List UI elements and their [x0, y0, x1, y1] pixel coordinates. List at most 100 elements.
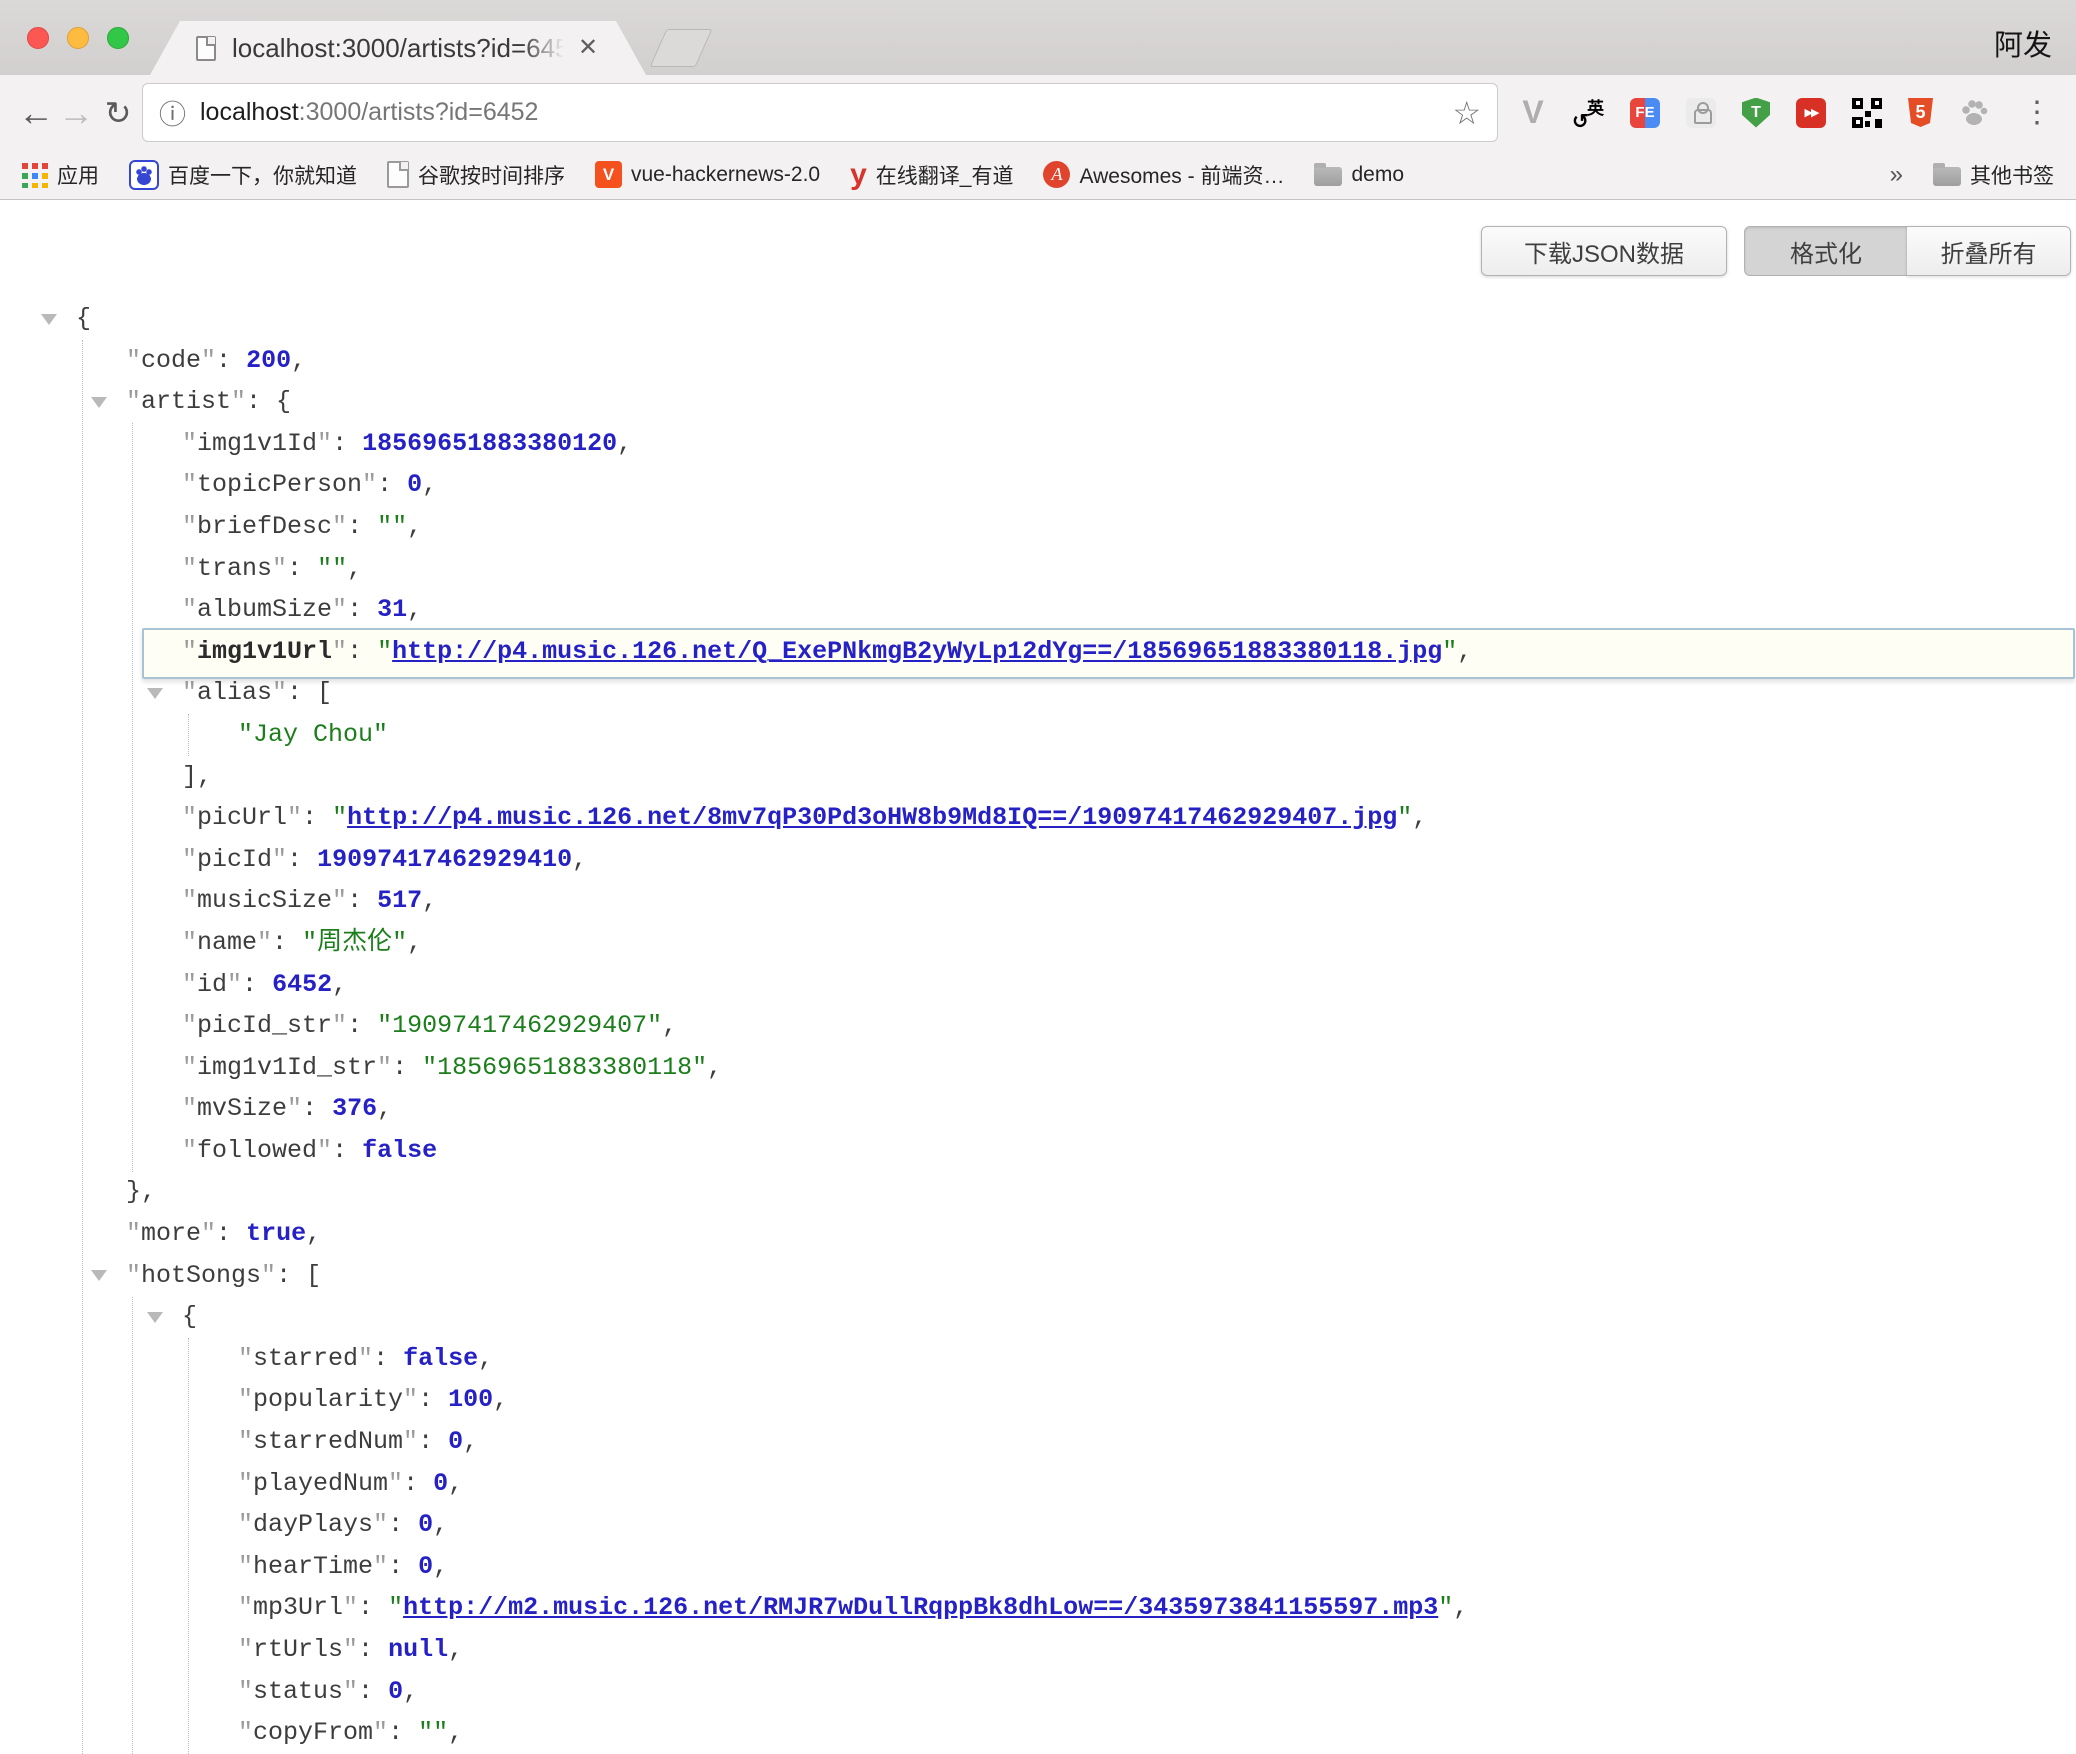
- back-button[interactable]: ←: [14, 75, 58, 150]
- json-token: :: [418, 1427, 448, 1456]
- json-token: :: [388, 1552, 418, 1581]
- json-token: "18569651883380118": [422, 1053, 707, 1082]
- other-bookmarks-label: 其他书签: [1970, 160, 2054, 190]
- profile-name[interactable]: 阿发: [1994, 22, 2052, 64]
- bookmark-item[interactable]: 应用: [22, 160, 99, 190]
- bookmark-item[interactable]: 谷歌按时间排序: [387, 160, 565, 190]
- reload-button[interactable]: ↻: [96, 75, 140, 150]
- json-line-content: "id": 6452,: [182, 964, 347, 1006]
- json-line-content: "albumSize": 31,: [182, 589, 422, 631]
- window-zoom-button[interactable]: [107, 27, 129, 49]
- bookmark-label: 百度一下，你就知道: [168, 160, 357, 190]
- json-token: ],: [182, 762, 212, 791]
- json-token: img1v1Id: [197, 429, 317, 458]
- json-token: mp3Url: [253, 1593, 343, 1622]
- paw-extension-icon[interactable]: [1959, 98, 1989, 128]
- youdao-icon: y: [850, 162, 867, 188]
- page-favicon-icon: [196, 36, 216, 61]
- html5-extension-icon[interactable]: 5: [1908, 98, 1933, 127]
- forward-button[interactable]: →: [54, 75, 98, 150]
- json-token: more: [141, 1219, 201, 1248]
- shield-extension-icon[interactable]: T: [1742, 98, 1770, 128]
- bookmark-item[interactable]: Vvue-hackernews-2.0: [595, 161, 820, 188]
- json-token: :: [403, 1469, 433, 1498]
- json-token: 18569651883380120: [362, 429, 617, 458]
- bookmark-star-icon[interactable]: ☆: [1452, 94, 1481, 132]
- json-token: ": [257, 928, 272, 957]
- json-link[interactable]: http://m2.music.126.net/RMJR7wDullRqppBk…: [403, 1593, 1438, 1622]
- json-line-content: "picId_str": "19097417462929407",: [182, 1005, 677, 1047]
- bookmarks-overflow-chevron[interactable]: »: [1890, 161, 1903, 189]
- json-token: },: [126, 1177, 156, 1206]
- json-line-content: {: [76, 298, 91, 340]
- json-token: 100: [448, 1385, 493, 1414]
- video-downloader-extension-icon[interactable]: ▶▶: [1796, 98, 1826, 128]
- json-token: ,: [407, 512, 422, 541]
- json-token: ,: [707, 1053, 722, 1082]
- site-info-icon[interactable]: ⓘ: [159, 93, 186, 132]
- browser-menu-icon[interactable]: ⋮: [2022, 75, 2052, 150]
- json-line: "starred": false,: [0, 1338, 2076, 1380]
- other-bookmarks[interactable]: 其他书签: [1933, 160, 2054, 190]
- json-token: 0: [407, 470, 422, 499]
- vimium-extension-icon[interactable]: V: [1518, 98, 1548, 128]
- address-bar[interactable]: ⓘ localhost :3000/artists?id=6452 ☆: [142, 83, 1498, 142]
- json-token: ": [332, 637, 347, 666]
- json-token: "Jay Chou": [238, 720, 388, 749]
- bookmark-item[interactable]: demo: [1314, 163, 1404, 187]
- format-button[interactable]: 格式化: [1744, 226, 1908, 276]
- json-line-content: "img1v1Id": 18569651883380120,: [182, 423, 632, 465]
- json-token: :: [332, 429, 362, 458]
- json-token: ": [317, 1136, 332, 1165]
- json-token: :: [216, 346, 246, 375]
- window-minimize-button[interactable]: [67, 27, 89, 49]
- json-line-content: "name": "周杰伦",: [182, 922, 422, 964]
- json-token: ,: [433, 1510, 448, 1539]
- json-token: ,: [478, 1344, 493, 1373]
- json-token: : [: [276, 1261, 321, 1290]
- active-tab[interactable]: localhost:3000/artists?id=645 ✕: [150, 21, 646, 75]
- json-token: :: [332, 1136, 362, 1165]
- json-token: ": [182, 1053, 197, 1082]
- person-extension-icon[interactable]: [1686, 98, 1716, 128]
- json-line-content: "starredNum": 0,: [238, 1421, 478, 1463]
- url-path: :3000/artists?id=6452: [299, 98, 539, 127]
- json-line-content: "img1v1Id_str": "18569651883380118",: [182, 1047, 722, 1089]
- json-token: ,: [493, 1385, 508, 1414]
- bookmark-item[interactable]: 百度一下，你就知道: [129, 160, 357, 190]
- awesomes-icon: A: [1043, 161, 1070, 188]
- json-token: 0: [433, 1469, 448, 1498]
- json-line-content: "briefDesc": "",: [182, 506, 422, 548]
- qr-code-extension-icon[interactable]: [1852, 98, 1882, 128]
- json-token: ": [362, 470, 377, 499]
- json-token: ": [388, 1593, 403, 1622]
- json-line-content: "status": 0,: [238, 1671, 418, 1713]
- json-line-content: ],: [182, 756, 212, 798]
- json-line-content: "trans": "",: [182, 548, 362, 590]
- collapse-triangle-icon[interactable]: [147, 688, 163, 699]
- download-json-button[interactable]: 下载JSON数据: [1481, 226, 1727, 276]
- json-token: :: [272, 928, 302, 957]
- bookmark-item[interactable]: AAwesomes - 前端资…: [1043, 160, 1284, 190]
- json-token: name: [197, 928, 257, 957]
- json-token: rtUrls: [253, 1635, 343, 1664]
- collapse-triangle-icon[interactable]: [147, 1312, 163, 1323]
- tab-close-icon[interactable]: ✕: [578, 36, 598, 60]
- json-link[interactable]: http://p4.music.126.net/Q_ExePNkmgB2yWyL…: [392, 637, 1442, 666]
- json-line-content: "hotSongs": [: [126, 1255, 321, 1297]
- json-token: 19097417462929410: [317, 845, 572, 874]
- translate-extension-icon[interactable]: 英↺: [1574, 98, 1604, 128]
- collapse-triangle-icon[interactable]: [91, 1270, 107, 1281]
- new-tab-button[interactable]: [650, 29, 713, 67]
- window-close-button[interactable]: [27, 27, 49, 49]
- fe-extension-icon[interactable]: FE: [1630, 98, 1660, 128]
- json-line: "img1v1Id_str": "18569651883380118",: [0, 1047, 2076, 1089]
- json-line-content: },: [126, 1171, 156, 1213]
- json-link[interactable]: http://p4.music.126.net/8mv7qP30Pd3oHW8b…: [347, 803, 1397, 832]
- json-line-content: "mp3Url": "http://m2.music.126.net/RMJR7…: [238, 1587, 1468, 1629]
- collapse-triangle-icon[interactable]: [91, 397, 107, 408]
- bookmark-item[interactable]: y在线翻译_有道: [850, 160, 1013, 190]
- collapse-triangle-icon[interactable]: [41, 314, 57, 325]
- collapse-all-button[interactable]: 折叠所有: [1907, 226, 2071, 276]
- json-line: "picId_str": "19097417462929407",: [0, 1005, 2076, 1047]
